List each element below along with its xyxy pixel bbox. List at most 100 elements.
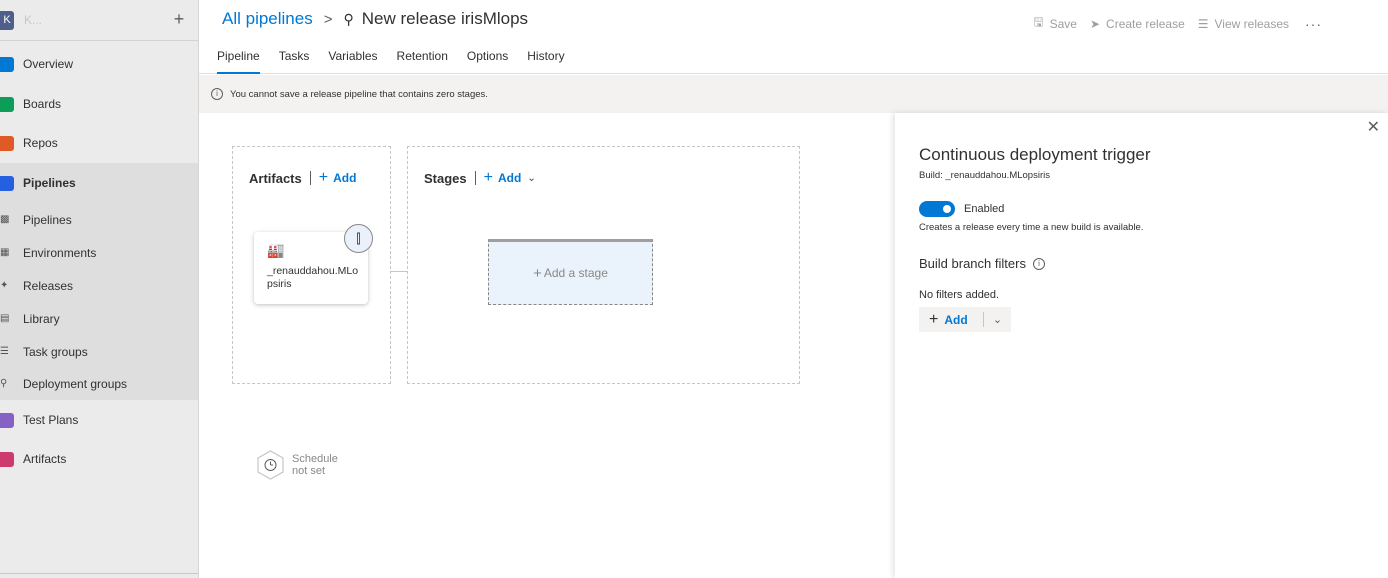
pipelines-icon — [0, 175, 14, 191]
plus-icon: + — [929, 310, 939, 328]
tab-tasks[interactable]: Tasks — [279, 49, 310, 74]
schedule-line1: Schedule — [292, 453, 338, 465]
create-release-button[interactable]: ➤ Create release — [1090, 17, 1185, 31]
lightning-icon[interactable]: ⫿ — [344, 224, 373, 253]
artifacts-header: Artifacts + Add — [249, 170, 356, 186]
view-releases-label: View releases — [1214, 16, 1289, 31]
releases-icon: ✦ — [0, 280, 9, 291]
org-row[interactable]: K K... + — [0, 0, 199, 41]
build-branch-filters-title: Build branch filters i — [919, 256, 1045, 271]
schedule-line2: not set — [292, 465, 326, 477]
close-icon[interactable]: ✕ — [1367, 117, 1380, 137]
new-project-plus-icon[interactable]: + — [170, 8, 188, 30]
chevron-down-icon: ⌄ — [527, 172, 536, 184]
schedule-button[interactable]: Schedule not set — [257, 450, 338, 480]
panel-title: Continuous deployment trigger — [919, 145, 1151, 164]
artifact-stage-connector — [391, 271, 407, 272]
cd-trigger-panel: ✕ Continuous deployment trigger Build: _… — [895, 113, 1388, 578]
sidebar-divider — [0, 573, 198, 574]
nav-releases[interactable]: ✦ Releases — [0, 269, 198, 302]
nav-label: Boards — [23, 97, 62, 111]
tab-retention[interactable]: Retention — [397, 49, 448, 74]
pipelines-sub-icon: ▩ — [0, 214, 10, 225]
add-stage-text: Add a stage — [543, 266, 608, 280]
nav-test-plans[interactable]: Test Plans — [0, 400, 198, 440]
add-a-stage-placeholder[interactable]: + Add a stage — [488, 239, 653, 305]
org-name[interactable]: K... — [24, 13, 42, 27]
filters-title-text: Build branch filters — [919, 256, 1026, 271]
left-nav-sidebar: K K... + Overview Boards Repos Pipelines… — [0, 0, 199, 578]
add-artifact-label: Add — [333, 171, 357, 185]
task-groups-icon: ☰ — [0, 346, 9, 357]
warning-bar: i You cannot save a release pipeline tha… — [199, 75, 1388, 113]
toolbar: 🖫 Save ➤ Create release ☰ View releases … — [1020, 13, 1322, 34]
nav-label: Task groups — [23, 344, 88, 359]
overview-icon — [0, 56, 14, 72]
header-separator — [309, 171, 311, 185]
tab-variables[interactable]: Variables — [328, 49, 377, 74]
nav-label: Deployment groups — [23, 376, 128, 391]
tab-bar: Pipeline Tasks Variables Retention Optio… — [217, 49, 584, 74]
add-artifact-button[interactable]: + Add — [319, 170, 357, 186]
save-label: Save — [1049, 16, 1077, 31]
nav-repos[interactable]: Repos — [0, 123, 198, 163]
add-stage-dropdown-button[interactable]: + Add ⌄ — [484, 170, 536, 186]
view-releases-button[interactable]: ☰ View releases — [1198, 17, 1289, 31]
add-filter-split-button: + Add ⌄ — [919, 307, 1011, 332]
nav-label: Overview — [23, 57, 74, 71]
tab-history[interactable]: History — [527, 49, 564, 74]
no-filters-text: No filters added. — [919, 289, 1000, 301]
schedule-text: Schedule not set — [292, 453, 338, 477]
add-filter-label: Add — [944, 312, 968, 327]
stages-title: Stages — [424, 170, 467, 186]
warning-text: You cannot save a release pipeline that … — [230, 88, 488, 100]
save-button[interactable]: 🖫 Save — [1033, 13, 1077, 34]
nav-pipelines-sub[interactable]: ▩ Pipelines — [0, 203, 198, 236]
plus-icon: + — [318, 169, 329, 186]
add-stage-label: Add — [497, 171, 522, 185]
boards-icon — [0, 96, 14, 112]
toggle-description: Creates a release every time a new build… — [919, 222, 1144, 233]
add-filter-button[interactable]: + Add — [919, 311, 983, 329]
library-icon: ▤ — [0, 313, 10, 324]
plus-icon: + — [483, 169, 493, 186]
nav-environments[interactable]: ▦ Environments — [0, 236, 198, 269]
repos-icon — [0, 135, 14, 151]
info-icon: i — [211, 88, 223, 100]
build-artifact-icon: 🏭 — [267, 242, 285, 258]
nav-label: Pipelines — [23, 212, 72, 227]
nav-pipelines[interactable]: Pipelines — [0, 163, 198, 203]
create-release-label: Create release — [1106, 16, 1185, 31]
nav-label: Environments — [23, 245, 97, 260]
nav-overview[interactable]: Overview — [0, 44, 198, 84]
list-icon: ☰ — [1197, 16, 1209, 31]
breadcrumb: All pipelines > ⚲ New release irisMlops — [222, 9, 528, 29]
nav-library[interactable]: ▤ Library — [0, 302, 198, 335]
tab-options[interactable]: Options — [467, 49, 508, 74]
page-title[interactable]: New release irisMlops — [362, 9, 528, 29]
toggle-label: Enabled — [964, 203, 1005, 215]
nav-task-groups[interactable]: ☰ Task groups — [0, 335, 198, 368]
nav-label: Test Plans — [23, 413, 79, 427]
info-icon[interactable]: i — [1032, 257, 1045, 270]
more-options-icon[interactable]: ··· — [1305, 16, 1322, 32]
stages-header: Stages + Add ⌄ — [424, 170, 536, 186]
clock-icon — [257, 450, 284, 480]
nav-deployment-groups[interactable]: ⚲ Deployment groups — [0, 367, 198, 400]
nav-artifacts[interactable]: Artifacts — [0, 439, 198, 479]
rocket-icon: ➤ — [1089, 16, 1101, 31]
org-avatar[interactable]: K — [0, 11, 14, 30]
chevron-down-icon[interactable]: ⌄ — [984, 313, 1011, 326]
breadcrumb-separator: > — [323, 10, 333, 28]
breadcrumb-all-pipelines[interactable]: All pipelines — [222, 9, 313, 29]
nav-label: Repos — [23, 136, 58, 150]
nav-label: Artifacts — [23, 452, 67, 466]
plus-icon: + — [533, 264, 542, 282]
save-icon: 🖫 — [1033, 15, 1044, 29]
enabled-toggle[interactable] — [919, 201, 955, 217]
artifacts-title: Artifacts — [249, 170, 302, 186]
nav-boards[interactable]: Boards — [0, 84, 198, 124]
nav-label: Library — [23, 311, 60, 326]
tab-pipeline[interactable]: Pipeline — [217, 49, 260, 74]
environments-icon: ▦ — [0, 247, 10, 258]
